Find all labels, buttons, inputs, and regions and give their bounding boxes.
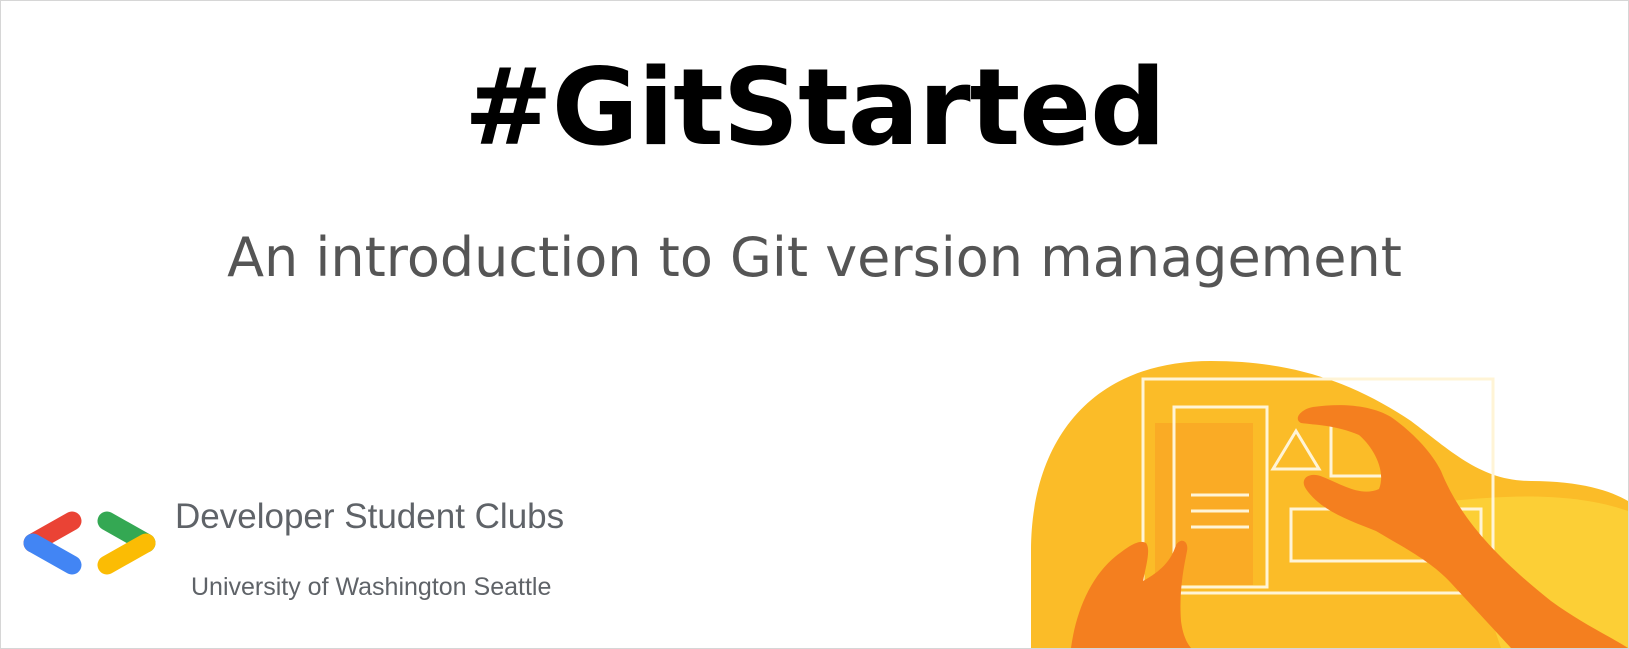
dsc-logo-icon [23, 511, 156, 575]
logo-blue-stroke [23, 533, 82, 575]
slide: #GitStarted An introduction to Git versi… [0, 0, 1629, 649]
logo-yellow-stroke [97, 533, 156, 575]
hand-holding-ui-shapes-illustration [1031, 361, 1628, 648]
org-name: Developer Student Clubs [175, 497, 565, 536]
org-chapter: University of Washington Seattle [191, 573, 552, 601]
slide-title: #GitStarted [463, 46, 1166, 169]
slide-subtitle: An introduction to Git version managemen… [227, 226, 1402, 289]
